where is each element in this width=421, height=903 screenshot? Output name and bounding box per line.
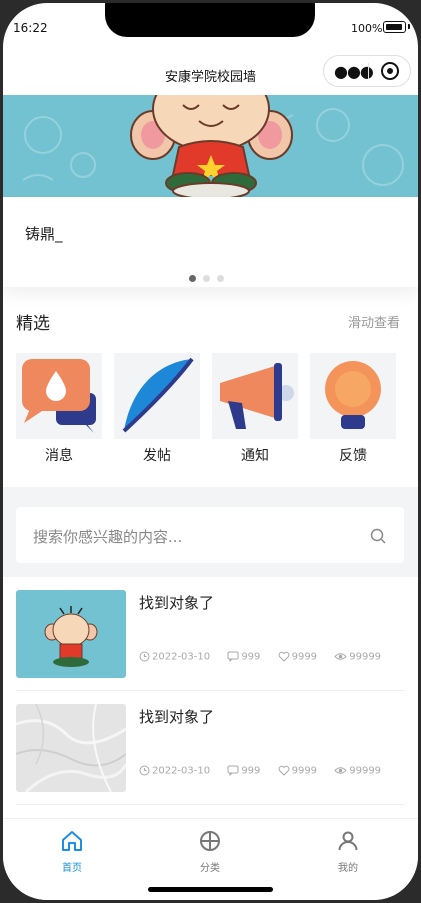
banner-dot-3[interactable] (217, 275, 224, 282)
battery-tip (408, 24, 410, 29)
post-likes: 9999 (278, 765, 317, 777)
notch (105, 3, 315, 37)
feature-message[interactable]: 消息 (16, 353, 102, 473)
banner-caption: 铸鼎_ (25, 225, 63, 243)
clock-icon (139, 765, 150, 776)
post-views-count: 99999 (349, 765, 382, 777)
post-thumbnail (16, 590, 126, 678)
post-title: 找到对象了 (139, 594, 215, 612)
banner-page-indicators (189, 267, 231, 286)
post-date-text: 2022-03-10 (152, 765, 211, 777)
home-icon (62, 831, 82, 851)
navigation-bar: 安康学院校园墙 ●●● (3, 47, 418, 95)
post-date-text: 2022-03-10 (152, 651, 211, 663)
featured-grid: 消息 发帖 通知 反馈 (3, 353, 418, 473)
user-icon (338, 831, 358, 851)
clock-icon (139, 651, 150, 662)
feature-tile (212, 353, 298, 439)
swipe-to-view-link[interactable]: 滑动查看 (348, 312, 400, 331)
post-meta: 2022-03-10 999 9999 99999 (139, 651, 395, 663)
status-time: 16:22 (13, 21, 48, 35)
feature-label: 反馈 (339, 448, 367, 464)
lightbulb-icon (325, 361, 381, 429)
feature-tile (114, 353, 200, 439)
tab-label: 我的 (338, 863, 358, 874)
battery-percent: 100% (351, 22, 383, 35)
eye-icon (334, 653, 347, 660)
post-comments: 999 (227, 765, 260, 777)
post-comments-count: 999 (241, 651, 261, 663)
post-views-count: 99999 (349, 651, 382, 663)
cartoon-thumbnail-image (16, 590, 126, 678)
home-indicator (148, 887, 273, 892)
banner-image[interactable] (3, 95, 418, 197)
search-input[interactable]: 搜索你感兴趣的内容... (33, 526, 182, 547)
featured-header: 精选 滑动查看 (3, 303, 418, 343)
post-likes-count: 9999 (291, 651, 318, 663)
post-date: 2022-03-10 (139, 651, 210, 663)
post-list-item[interactable]: 找到对象了 2022-03-10 999 9999 99999 (3, 691, 418, 805)
banner-dot-1[interactable] (189, 275, 196, 282)
post-thumbnail (16, 704, 126, 792)
post-list-item[interactable]: 找到对象了 2022-03-10 999 9999 99999 (3, 577, 418, 691)
feature-label: 发帖 (143, 448, 171, 464)
feature-tile (16, 353, 102, 439)
banner-caption-card: 铸鼎_ (3, 197, 418, 287)
feature-label: 消息 (45, 448, 73, 464)
search-icon[interactable] (370, 528, 386, 544)
banner-dot-2[interactable] (203, 275, 210, 282)
feature-post[interactable]: 发帖 (114, 353, 200, 473)
heart-icon (278, 765, 290, 776)
comment-icon (227, 651, 239, 663)
tab-home[interactable]: 首页 (3, 829, 141, 874)
marble-texture-image (16, 704, 126, 792)
phone-screen: 16:22 100% 安康学院校园墙 ●●● 铸鼎_ 精选 滑动查看 消息 发帖… (3, 3, 418, 900)
feature-tile (310, 353, 396, 439)
search-bar[interactable]: 搜索你感兴趣的内容... (16, 507, 404, 563)
tab-profile[interactable]: 我的 (279, 829, 417, 874)
capsule-divider (368, 63, 369, 79)
close-miniprogram-icon[interactable] (381, 62, 399, 80)
post-comments-count: 999 (241, 765, 261, 777)
post-likes: 9999 (278, 651, 317, 663)
tab-label: 首页 (62, 863, 82, 874)
feature-feedback[interactable]: 反馈 (310, 353, 396, 473)
post-title: 找到对象了 (139, 708, 215, 726)
featured-title: 精选 (16, 314, 50, 334)
tab-category[interactable]: 分类 (141, 829, 279, 874)
heart-icon (278, 651, 290, 662)
comment-icon (227, 765, 239, 777)
miniprogram-capsule: ●●● (323, 55, 411, 87)
post-views: 99999 (334, 651, 381, 663)
feature-notice[interactable]: 通知 (212, 353, 298, 473)
post-meta: 2022-03-10 999 9999 99999 (139, 765, 395, 777)
battery-icon (383, 21, 406, 33)
feather-quill-icon (122, 357, 194, 433)
post-date: 2022-03-10 (139, 765, 210, 777)
megaphone-icon (220, 363, 294, 429)
post-likes-count: 9999 (291, 765, 318, 777)
message-bubble-icon (22, 359, 96, 433)
feature-label: 通知 (241, 448, 269, 464)
category-icon (200, 831, 220, 851)
tab-label: 分类 (200, 863, 220, 874)
banner-cartoon-illustration (3, 95, 418, 197)
post-comments: 999 (227, 651, 260, 663)
post-views: 99999 (334, 765, 381, 777)
eye-icon (334, 767, 347, 774)
